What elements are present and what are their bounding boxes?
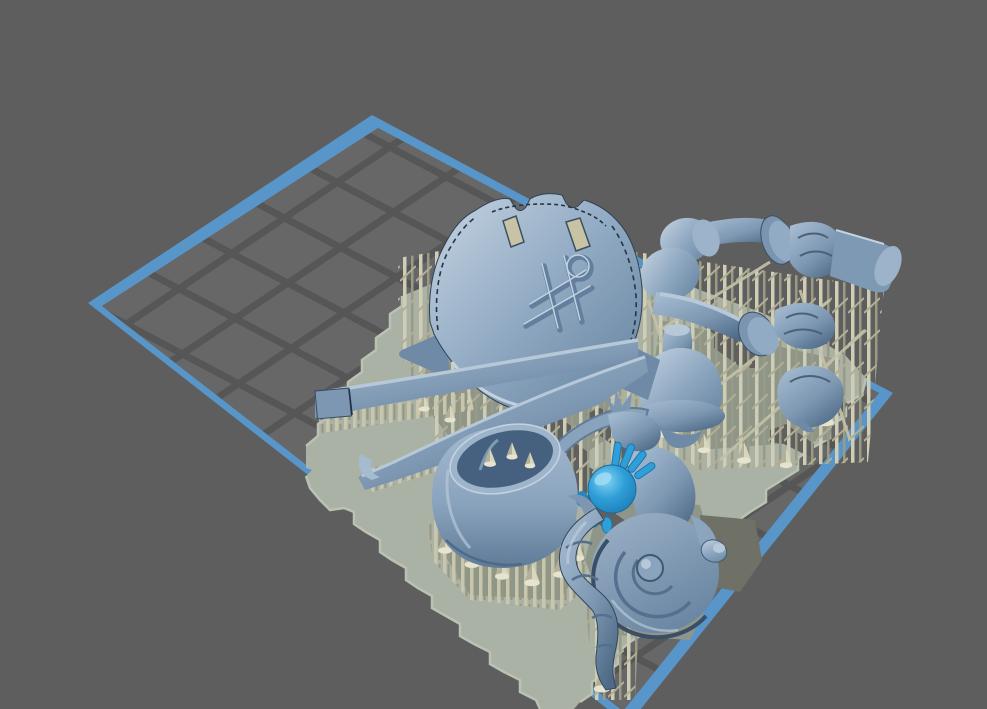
orb-sphere [587, 464, 637, 514]
slicer-3d-viewport[interactable] [0, 0, 987, 709]
strap-end-block [314, 387, 352, 420]
shell-hub [636, 554, 664, 582]
slicer-window [0, 0, 987, 709]
shell-hub-highlight [641, 559, 651, 569]
shell-knob-cap [713, 543, 725, 553]
neck-cap [664, 324, 690, 336]
